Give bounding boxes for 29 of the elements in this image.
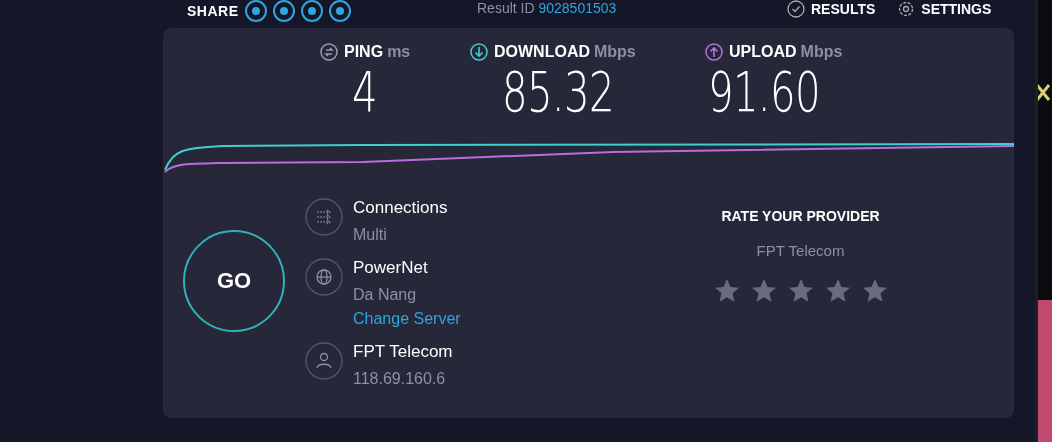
metric-label: UPLOAD Mbps bbox=[729, 43, 843, 61]
result-id: Result ID 9028501503 bbox=[477, 0, 618, 16]
share-label: SHARE bbox=[187, 3, 239, 19]
info-title: Connections bbox=[353, 198, 448, 218]
share-icon[interactable] bbox=[272, 0, 295, 22]
share-icon[interactable] bbox=[244, 0, 267, 22]
metric-value: 85.32 bbox=[502, 59, 614, 124]
rating-title: RATE YOUR PROVIDER bbox=[721, 208, 880, 224]
info-title: FPT Telecom bbox=[353, 342, 453, 362]
info-title: PowerNet bbox=[353, 258, 429, 278]
change-server-link[interactable]: Change Server bbox=[353, 310, 461, 328]
globe-icon bbox=[305, 258, 343, 296]
info-detail: Da Nang bbox=[353, 286, 418, 304]
metric-value: 91.60 bbox=[708, 59, 820, 124]
arrows-icon bbox=[305, 198, 343, 236]
check-icon bbox=[787, 0, 805, 18]
share-icon[interactable] bbox=[328, 0, 351, 22]
provider-name: FPT Telecom bbox=[756, 242, 845, 259]
user-icon bbox=[305, 342, 343, 380]
go-button[interactable]: GO bbox=[183, 230, 285, 332]
settings-icon bbox=[897, 0, 916, 18]
settings-link[interactable]: SETTINGS bbox=[897, 0, 992, 18]
share-icon[interactable] bbox=[300, 0, 323, 22]
metric-value: 4 bbox=[352, 59, 377, 124]
metric-label: DOWNLOAD Mbps bbox=[494, 43, 636, 61]
info-detail: 118.69.160.6 bbox=[353, 370, 447, 388]
info-detail: Multi bbox=[353, 226, 388, 244]
results-link[interactable]: RESULTS bbox=[787, 0, 876, 18]
metric-label: PING ms bbox=[344, 43, 411, 61]
